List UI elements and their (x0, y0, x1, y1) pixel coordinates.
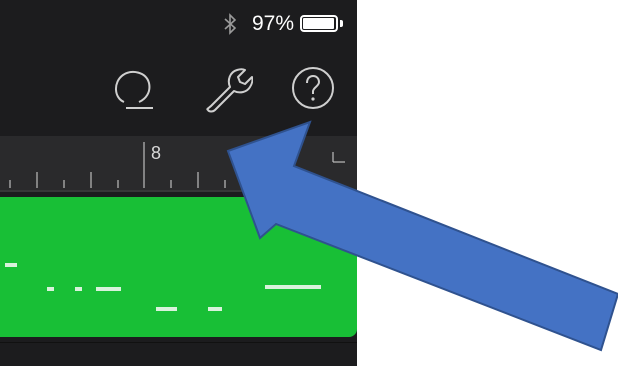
status-bar: 97% (0, 0, 357, 48)
ruler-ticks (0, 142, 357, 192)
battery-tip (340, 20, 343, 27)
note (208, 307, 222, 311)
app-screen: 97% 8 (0, 0, 357, 366)
bluetooth-icon (224, 13, 237, 35)
toolbar (0, 48, 357, 136)
timeline-ruler[interactable]: 8 (0, 136, 357, 192)
region-notes (5, 263, 321, 311)
loop-icon[interactable] (110, 66, 156, 112)
bar-number-label: 8 (151, 143, 162, 163)
note (5, 263, 17, 267)
battery-percent: 97% (252, 12, 295, 35)
wrench-settings-icon[interactable] (203, 64, 253, 114)
note (96, 287, 121, 291)
bottom-track-strip (0, 342, 357, 366)
help-icon[interactable] (290, 65, 336, 111)
battery-fill (303, 18, 335, 29)
track-area (0, 192, 357, 342)
battery-icon (300, 15, 338, 32)
note (75, 287, 82, 291)
note (265, 285, 321, 289)
note (156, 307, 177, 311)
note (47, 287, 54, 291)
midi-region[interactable] (0, 197, 357, 337)
